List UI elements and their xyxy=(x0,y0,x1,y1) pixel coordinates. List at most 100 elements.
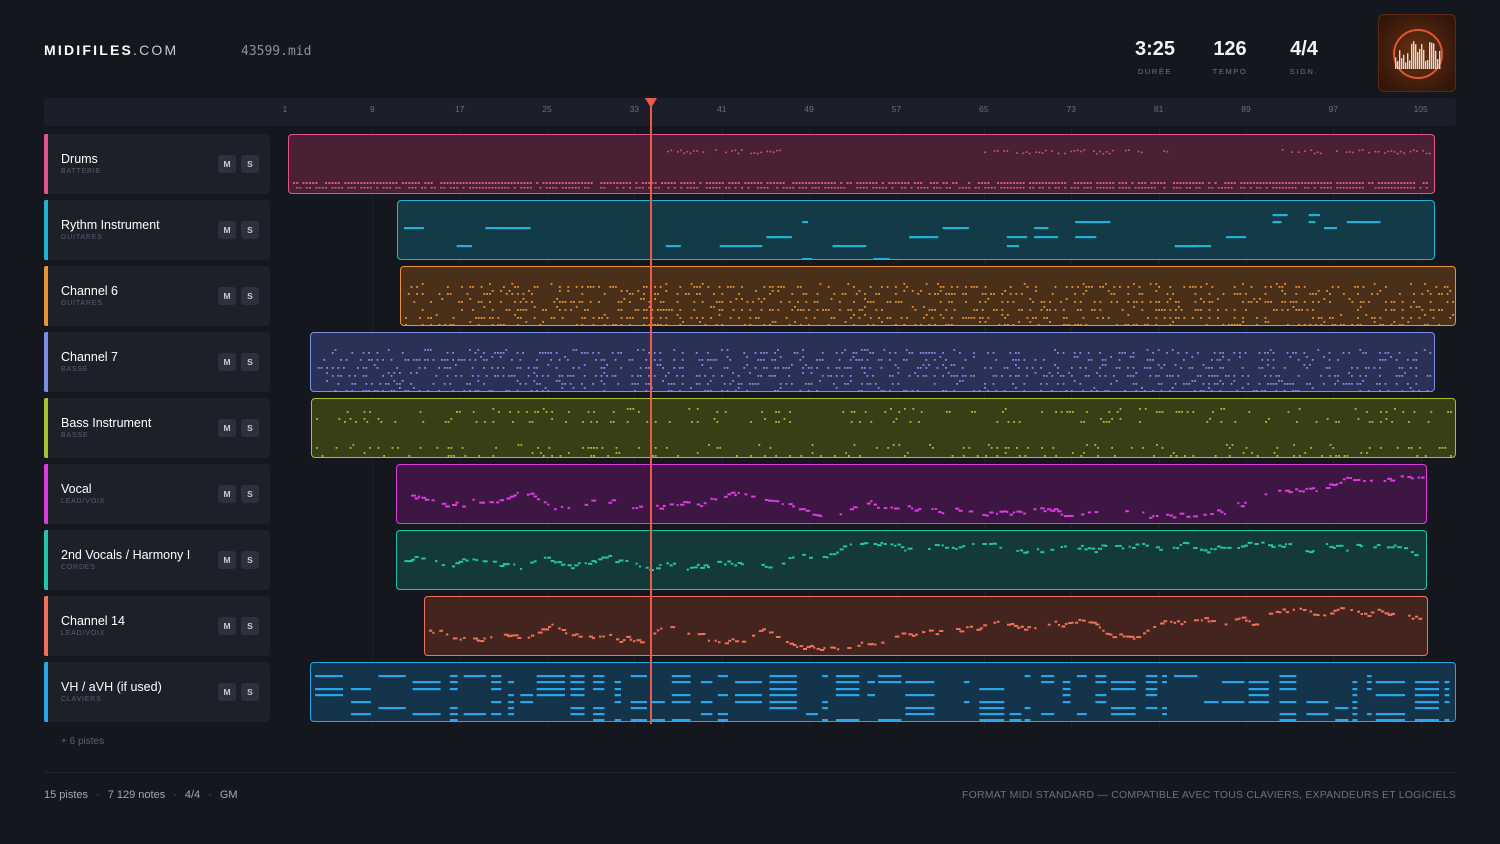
solo-button[interactable]: S xyxy=(241,419,259,437)
track-header[interactable]: Bass Instrument BASSE M S xyxy=(44,398,270,458)
midi-note xyxy=(773,151,775,153)
mute-button[interactable]: M xyxy=(218,617,236,635)
playhead-handle-icon[interactable] xyxy=(644,98,657,108)
midi-note xyxy=(1278,380,1281,382)
track-header[interactable]: Channel 14 LEAD/VOIX M S xyxy=(44,596,270,656)
playhead[interactable] xyxy=(649,98,652,724)
midi-note xyxy=(362,367,365,369)
midi-note xyxy=(1254,543,1260,545)
mute-button[interactable]: M xyxy=(218,353,236,371)
midi-note xyxy=(1288,491,1294,494)
midi-note xyxy=(1360,452,1363,454)
solo-button[interactable]: S xyxy=(241,155,259,173)
mute-button[interactable]: M xyxy=(218,551,236,569)
midi-note xyxy=(1302,609,1307,611)
mute-button[interactable]: M xyxy=(218,155,236,173)
midi-note xyxy=(380,421,383,423)
midi-note xyxy=(488,182,491,184)
midi-note xyxy=(717,641,721,644)
midi-note xyxy=(1155,290,1157,292)
midi-note xyxy=(596,447,599,449)
mute-button[interactable]: M xyxy=(218,683,236,701)
midi-note xyxy=(419,411,422,413)
midi-clip[interactable] xyxy=(310,662,1456,722)
midi-note xyxy=(1211,367,1213,369)
midi-note xyxy=(908,375,911,377)
midi-note xyxy=(1081,544,1085,547)
track-header[interactable]: Channel 6 GUITARES M S xyxy=(44,266,270,326)
midi-note xyxy=(390,359,393,361)
midi-note xyxy=(930,182,933,184)
midi-note xyxy=(1112,187,1115,189)
solo-button[interactable]: S xyxy=(241,683,259,701)
midi-note xyxy=(299,187,302,189)
midi-clip[interactable] xyxy=(423,596,1429,656)
midi-note xyxy=(427,317,429,319)
midi-note xyxy=(592,317,595,319)
more-tracks-link[interactable]: + 6 pistes xyxy=(61,736,104,747)
track-color-bar xyxy=(44,398,48,458)
midi-note xyxy=(1155,324,1157,325)
midi-clip[interactable] xyxy=(288,134,1435,194)
timeline-ruler[interactable]: 1 9 17 25 33 41 49 57 65 73 81 89 97 105 xyxy=(44,98,1456,126)
mute-button[interactable]: M xyxy=(218,485,236,503)
track-header[interactable]: Vocal LEAD/VOIX M S xyxy=(44,464,270,524)
midi-note xyxy=(676,293,679,295)
mute-button[interactable]: M xyxy=(218,287,236,305)
midi-note xyxy=(968,447,971,449)
midi-note xyxy=(1135,383,1138,385)
midi-note xyxy=(338,418,341,420)
midi-note xyxy=(1174,383,1177,385)
midi-clip[interactable] xyxy=(396,530,1428,590)
midi-clip[interactable] xyxy=(397,200,1435,260)
track-header[interactable]: VH / aVH (if used) CLAVIERS M S xyxy=(44,662,270,722)
midi-note xyxy=(1450,455,1453,457)
midi-note xyxy=(1358,182,1361,184)
midi-note xyxy=(1250,301,1253,303)
solo-button[interactable]: S xyxy=(241,221,259,239)
midi-note xyxy=(1010,182,1013,184)
midi-note xyxy=(1152,359,1155,361)
midi-note xyxy=(1171,349,1174,351)
midi-note xyxy=(1113,375,1115,377)
track-header[interactable]: Rythm Instrument GUITARES M S xyxy=(44,200,270,260)
midi-clip[interactable] xyxy=(310,332,1435,392)
midi-note xyxy=(999,546,1003,549)
midi-note xyxy=(520,701,534,704)
mute-button[interactable]: M xyxy=(218,221,236,239)
midi-note xyxy=(827,375,830,377)
midi-note xyxy=(519,359,522,361)
track-header[interactable]: Drums BATTERIE M S xyxy=(44,134,270,194)
solo-button[interactable]: S xyxy=(241,617,259,635)
midi-note xyxy=(931,309,933,311)
solo-button[interactable]: S xyxy=(241,287,259,305)
midi-note xyxy=(645,359,648,361)
midi-note xyxy=(680,149,683,152)
midi-clip[interactable] xyxy=(396,464,1428,524)
midi-note xyxy=(555,367,558,369)
midi-note xyxy=(485,182,488,184)
midi-note xyxy=(349,447,352,449)
midi-note xyxy=(483,306,485,308)
midi-note xyxy=(520,567,523,570)
album-art-icon[interactable] xyxy=(1378,14,1456,92)
midi-note xyxy=(1257,455,1259,457)
midi-note xyxy=(884,543,888,545)
midi-clip[interactable] xyxy=(311,398,1456,458)
solo-button[interactable]: S xyxy=(241,485,259,503)
midi-note xyxy=(547,364,550,366)
midi-note xyxy=(1310,149,1313,151)
mute-button[interactable]: M xyxy=(218,419,236,437)
solo-button[interactable]: S xyxy=(241,353,259,371)
midi-note xyxy=(1244,619,1248,622)
track-header[interactable]: 2nd Vocals / Harmony I CORDES M S xyxy=(44,530,270,590)
midi-note xyxy=(1394,182,1397,184)
midi-note xyxy=(323,359,326,361)
midi-note xyxy=(462,182,465,184)
solo-button[interactable]: S xyxy=(241,551,259,569)
midi-clip[interactable] xyxy=(399,266,1456,326)
midi-note xyxy=(1085,290,1087,292)
midi-note xyxy=(1096,152,1099,155)
track-header[interactable]: Channel 7 BASSE M S xyxy=(44,332,270,392)
midi-note xyxy=(751,634,755,637)
